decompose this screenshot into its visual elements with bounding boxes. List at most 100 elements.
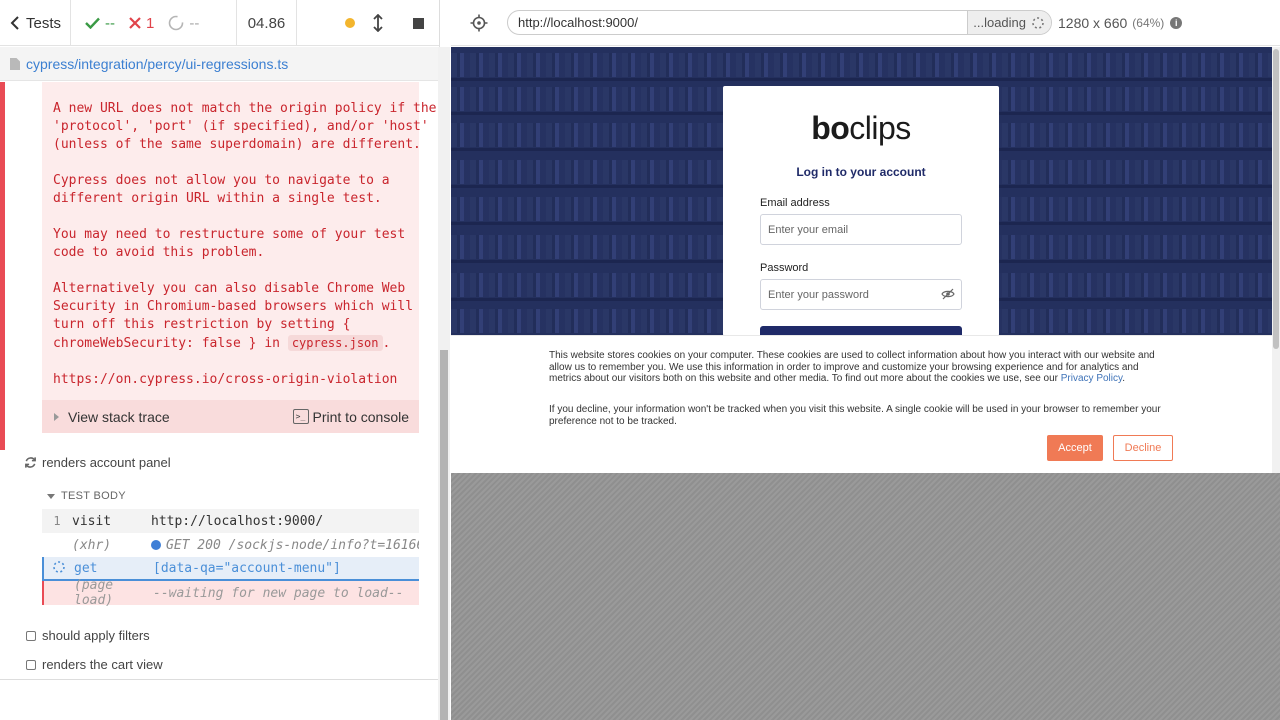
runnables-list: A new URL does not match the origin poli… <box>0 82 438 682</box>
cookie-text: This website stores cookies on your comp… <box>549 350 1169 385</box>
stack-trace-label: View stack trace <box>68 408 170 425</box>
viewport-size: 1280 x 660 <box>1058 14 1128 31</box>
test-stats: -- 1 -- <box>71 0 237 46</box>
auto-scroll-toggle[interactable] <box>364 9 392 37</box>
pending-stat: -- <box>168 15 199 32</box>
test-title: should apply filters <box>42 628 150 643</box>
logo-rest: clips <box>849 110 911 146</box>
email-placeholder: Enter your email <box>768 223 849 236</box>
scrollbar-thumb[interactable] <box>440 350 448 720</box>
refresh-icon <box>25 457 36 468</box>
error-code: cypress.json <box>287 335 383 351</box>
url-text: http://localhost:9000/ <box>518 15 638 30</box>
cookie-link-suffix: . <box>1122 373 1126 385</box>
test-title: renders the cart view <box>42 657 163 672</box>
url-loading-indicator: ...loading <box>967 11 1051 34</box>
info-icon: i <box>1170 16 1183 29</box>
error-code-suffix: . <box>382 336 391 351</box>
reporter-panel: Tests -- 1 -- 04.86 cypress/integration/… <box>0 0 440 720</box>
check-icon <box>85 17 100 29</box>
passed-count: -- <box>105 14 115 32</box>
reporter-header: Tests -- 1 -- 04.86 <box>0 0 439 46</box>
caret-right-icon <box>54 412 59 421</box>
command-visit[interactable]: 1 visit http://localhost:9000/ <box>42 509 419 533</box>
tests-label: Tests <box>26 14 62 32</box>
arrows-vertical-icon <box>373 14 383 32</box>
test-body-label: TEST BODY <box>61 490 126 502</box>
eye-off-icon[interactable] <box>941 288 955 300</box>
view-stack-trace-button[interactable]: View stack trace <box>42 409 170 425</box>
test-title: renders account panel <box>42 455 171 470</box>
password-label: Password <box>760 262 809 274</box>
command-message-wrap: GET 200 /sockjs-node/info?t=16166… <box>151 538 419 553</box>
decline-button[interactable]: Decline <box>1113 435 1173 461</box>
command-name: (xhr) <box>72 537 112 553</box>
spec-file-bar: cypress/integration/percy/ui-regressions… <box>0 47 439 81</box>
bookshelf-row <box>451 53 1272 77</box>
duration: 04.86 <box>237 0 297 46</box>
url-bar[interactable]: http://localhost:9000/ ...loading <box>507 10 1052 35</box>
command-message: [data-qa="account-menu"] <box>153 560 341 576</box>
stop-button[interactable] <box>404 9 432 37</box>
checkbox-icon <box>26 630 36 641</box>
error-docs-link[interactable]: https://on.cypress.io/cross-origin-viola… <box>53 372 397 387</box>
running-indicator-icon <box>336 9 364 37</box>
email-label: Email address <box>760 197 830 209</box>
scrollbar-thumb[interactable] <box>1273 49 1279 349</box>
chevron-left-icon <box>10 16 19 30</box>
password-field[interactable]: Enter your password <box>760 279 962 310</box>
divider <box>0 679 439 680</box>
test-should-apply-filters[interactable]: should apply filters <box>26 628 150 643</box>
spec-file-link[interactable]: cypress/integration/percy/ui-regressions… <box>26 56 288 72</box>
error-message: A new URL does not match the origin poli… <box>42 82 437 400</box>
logo-bold: bo <box>811 110 850 146</box>
cookie-banner: This website stores cookies on your comp… <box>451 335 1272 473</box>
password-placeholder: Enter your password <box>768 288 869 301</box>
selector-playground-button[interactable] <box>451 14 507 32</box>
tests-button[interactable]: Tests <box>0 0 71 46</box>
email-field[interactable]: Enter your email <box>760 214 962 245</box>
reporter-scrollbar[interactable] <box>438 47 450 720</box>
xhr-status-dot-icon <box>151 539 161 550</box>
file-icon <box>10 57 20 70</box>
pending-circle-icon <box>169 15 184 31</box>
command-page-load[interactable]: (page load) --waiting for new page to lo… <box>42 578 419 608</box>
test-renders-cart-view[interactable]: renders the cart view <box>26 657 163 672</box>
command-message: --waiting for new page to load-- <box>153 585 404 601</box>
stop-icon <box>412 17 424 29</box>
failed-count: 1 <box>146 14 155 32</box>
command-name: get <box>74 560 98 576</box>
command-name: (page load) <box>74 578 114 608</box>
test-renders-account-panel[interactable]: renders account panel <box>24 455 171 470</box>
aut-header: http://localhost:9000/ ...loading 1280 x… <box>451 0 1280 46</box>
viewport-info[interactable]: 1280 x 660 (64%) i <box>1058 14 1183 31</box>
x-icon <box>129 17 141 29</box>
login-title: Log in to your account <box>796 165 926 179</box>
crosshair-icon <box>470 14 488 31</box>
terminal-icon: >_ <box>292 409 309 424</box>
failure-indicator <box>0 82 5 450</box>
accept-button[interactable]: Accept <box>1047 435 1103 461</box>
privacy-policy-link[interactable]: Privacy Policy <box>1061 373 1123 384</box>
command-spinner <box>44 560 74 577</box>
boclips-logo: boclips <box>723 110 999 147</box>
print-to-console-button[interactable]: >_ Print to console <box>292 408 410 425</box>
app-scrollbar[interactable] <box>1272 47 1280 473</box>
cookie-text-2: If you decline, your information won't b… <box>549 404 1161 427</box>
command-xhr[interactable]: (xhr) GET 200 /sockjs-node/info?t=16166… <box>42 533 419 557</box>
caret-down-icon <box>47 493 55 499</box>
error-footer: View stack trace >_ Print to console <box>42 400 419 433</box>
spinner-icon <box>1032 16 1044 29</box>
pending-count: -- <box>189 14 200 32</box>
command-message: http://localhost:9000/ <box>151 513 324 529</box>
login-card: boclips Log in to your account Email add… <box>723 86 999 340</box>
app-iframe: boclips Log in to your account Email add… <box>451 47 1272 473</box>
command-message: GET 200 /sockjs-node/info?t=16166… <box>166 537 419 553</box>
test-body-header[interactable]: TEST BODY <box>47 490 126 502</box>
viewport-scale: (64%) <box>1132 15 1165 30</box>
command-name: visit <box>72 513 112 529</box>
spinner-icon <box>53 560 65 573</box>
shelf-line <box>451 78 1272 81</box>
command-number: 1 <box>53 514 61 528</box>
print-label: Print to console <box>312 408 410 425</box>
